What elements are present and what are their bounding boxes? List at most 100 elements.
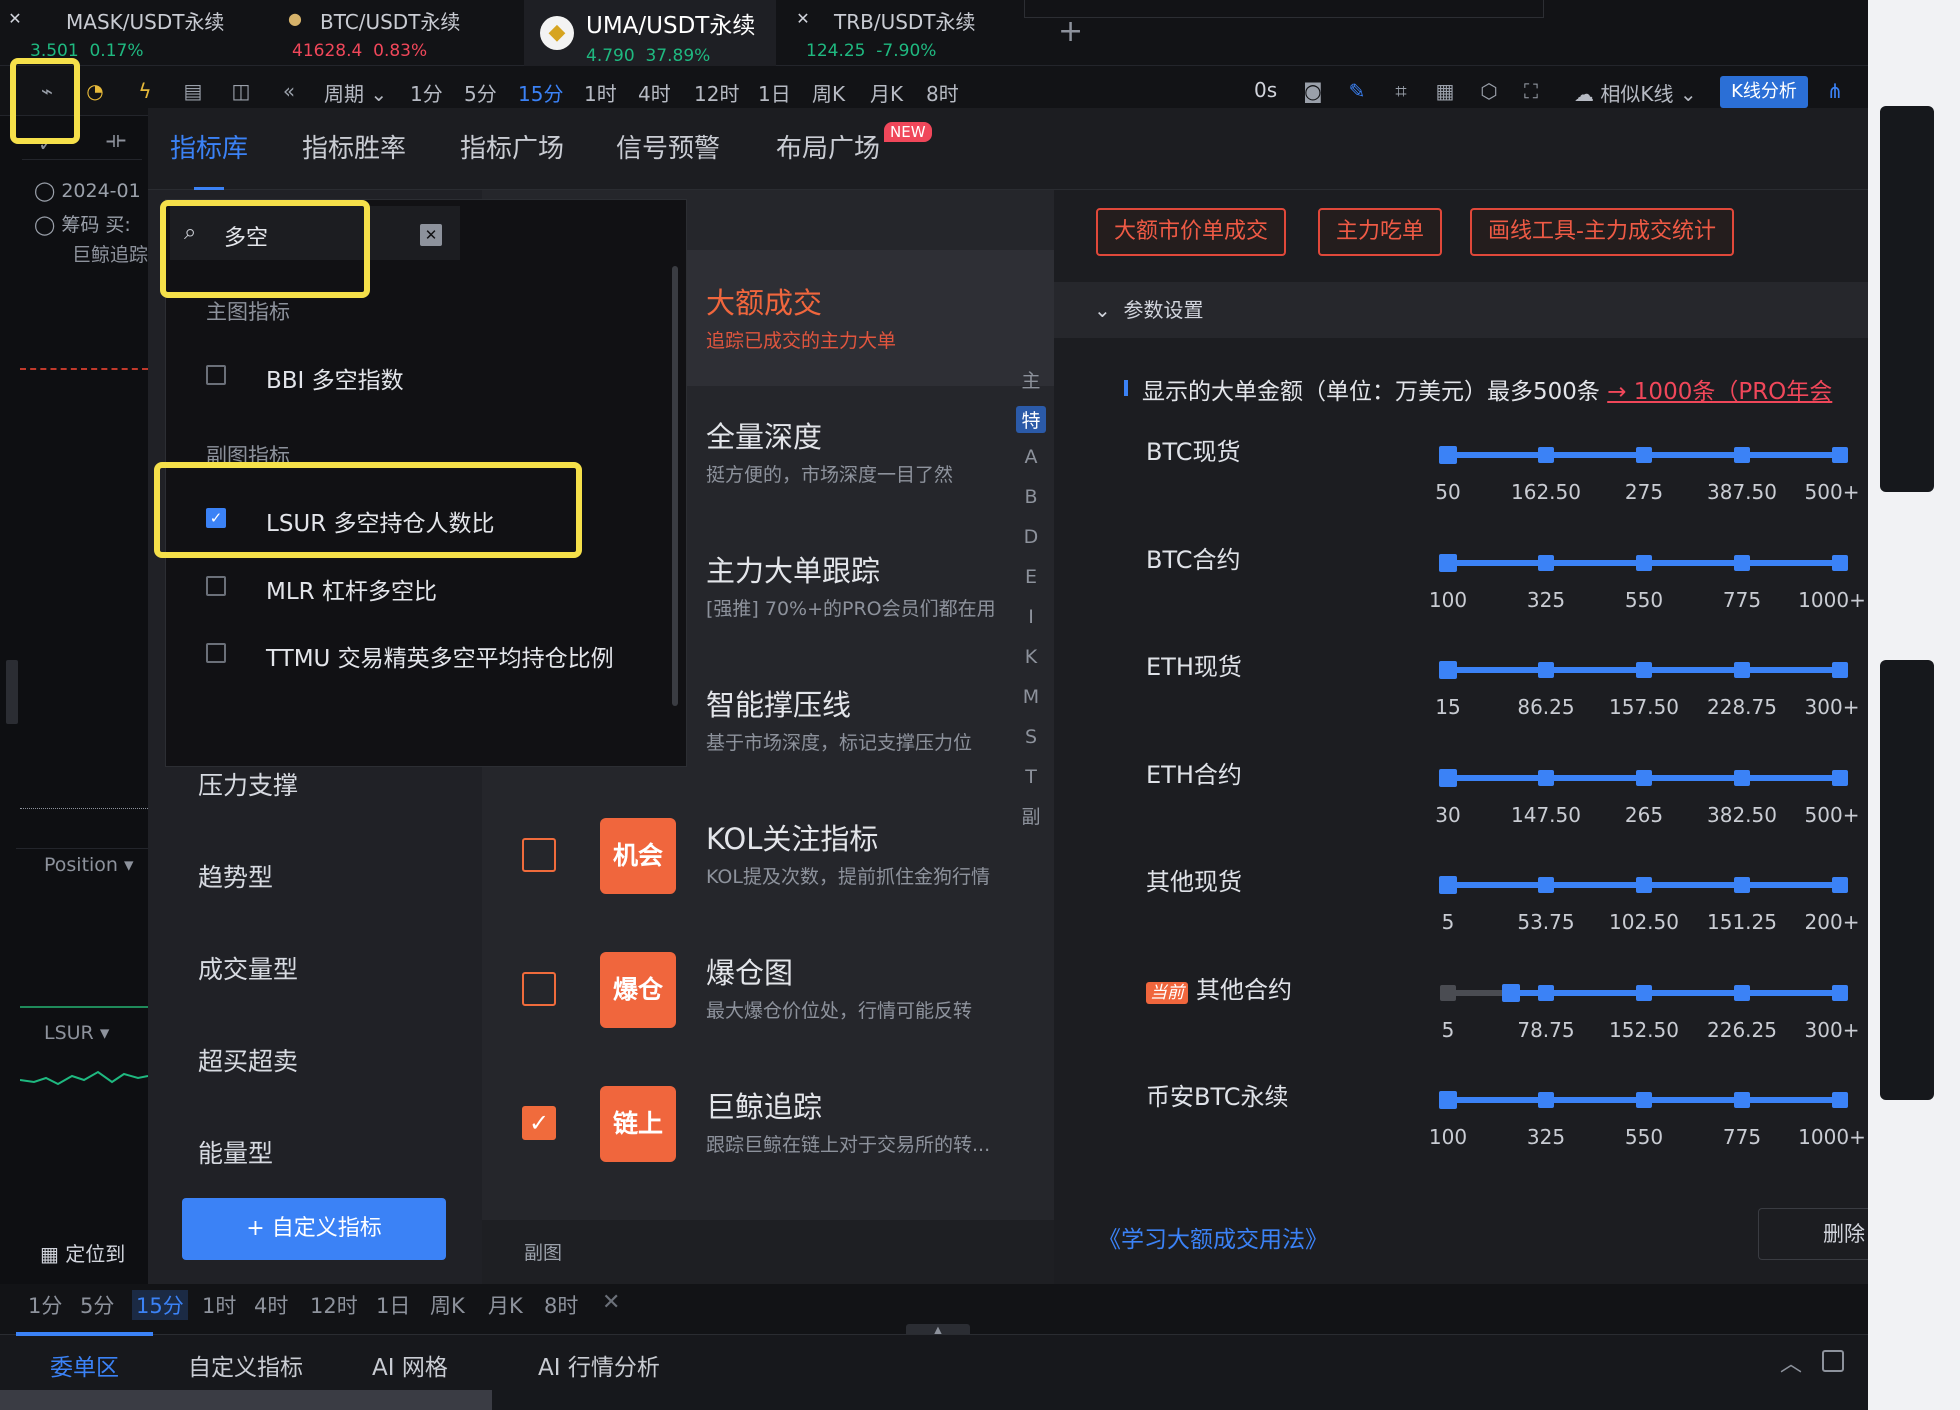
tf-8h[interactable]: 8时	[926, 78, 959, 107]
alpha-index-item[interactable]: I	[1016, 606, 1046, 628]
item-title[interactable]: 全量深度	[706, 414, 822, 456]
tab-orders[interactable]: 委单区	[16, 1332, 153, 1382]
action-button[interactable]: 画线工具-主力成交统计	[1470, 208, 1734, 256]
layout-icon[interactable]: ◫	[228, 78, 254, 104]
clear-search-icon[interactable]: ✕	[420, 224, 442, 246]
gauge-icon[interactable]: ◔	[82, 78, 108, 104]
alpha-index-item[interactable]: B	[1016, 486, 1046, 508]
bottom-tf-item[interactable]: 8时	[544, 1290, 578, 1320]
popup-scrollbar[interactable]	[672, 266, 678, 706]
maximize-icon[interactable]	[1822, 1350, 1844, 1372]
tf-month[interactable]: 月K	[870, 78, 903, 107]
collapse-handle[interactable]	[6, 660, 18, 724]
slider-track[interactable]	[1440, 984, 1848, 1002]
item-title[interactable]: 巨鲸追踪	[706, 1084, 822, 1126]
slider-handle[interactable]	[1439, 554, 1457, 572]
alpha-index-item[interactable]: A	[1016, 446, 1046, 468]
ticker-tab-mask[interactable]: ✕ MASK/USDT永续 3.501 0.17%	[0, 0, 260, 66]
tab-indicator-square[interactable]: 指标广场	[460, 128, 564, 165]
item-checkbox[interactable]	[522, 972, 556, 1006]
slider-track[interactable]	[1439, 769, 1848, 787]
alpha-index-item[interactable]: T	[1016, 766, 1046, 788]
tab-custom-indicator[interactable]: 自定义指标	[188, 1348, 303, 1382]
lsur-dropdown[interactable]: LSUR ▾	[44, 1022, 109, 1044]
grid-icon[interactable]: ▦	[1432, 78, 1458, 104]
similar-kline-button[interactable]: ☁ 相似K线 ⌄	[1574, 78, 1697, 107]
alpha-index-item[interactable]: M	[1016, 686, 1046, 708]
slider-track[interactable]	[1439, 446, 1848, 464]
result-checkbox[interactable]	[206, 643, 226, 663]
slider-track[interactable]	[1439, 661, 1848, 679]
alpha-index-item[interactable]: E	[1016, 566, 1046, 588]
tf-12h[interactable]: 12时	[694, 78, 739, 107]
kline-analysis-button[interactable]: K线分析	[1720, 76, 1808, 108]
learn-link[interactable]: 《学习大额成交用法》	[1098, 1220, 1328, 1254]
bottom-tf-item[interactable]: 1分	[28, 1290, 62, 1320]
tf-4h[interactable]: 4时	[638, 78, 671, 107]
alpha-index-item[interactable]: S	[1016, 726, 1046, 748]
eye-icon[interactable]: ◯	[34, 180, 55, 202]
calendar-icon[interactable]: ▤	[180, 78, 206, 104]
result-ttmu[interactable]: TTMU 交易精英多空平均持仓比例	[266, 639, 614, 673]
item-checkbox[interactable]	[522, 838, 556, 872]
tab-win-rate[interactable]: 指标胜率	[302, 128, 406, 165]
ticker-tab-trb[interactable]: ✕ TRB/USDT永续 124.25 -7.90%	[776, 0, 1016, 66]
action-button[interactable]: 大额市价单成交	[1096, 208, 1287, 256]
item-title[interactable]: KOL关注指标	[706, 816, 878, 858]
item-title[interactable]: 爆仓图	[706, 950, 793, 992]
fullscreen-icon[interactable]: ⛶	[1518, 78, 1544, 104]
tab-ai-analysis[interactable]: AI 行情分析	[538, 1348, 660, 1382]
result-checkbox[interactable]	[206, 576, 226, 596]
period-dropdown[interactable]: 周期 ⌄	[324, 78, 387, 107]
pencil-icon[interactable]: ✎	[1344, 78, 1370, 104]
bottom-tf-item[interactable]: 12时	[310, 1290, 358, 1320]
category-volume[interactable]: 成交量型	[198, 950, 298, 986]
slider-handle[interactable]	[1439, 876, 1457, 894]
pro-link[interactable]: → 1000条（PRO年会	[1607, 379, 1832, 405]
bottom-tf-item[interactable]: 1时	[202, 1290, 236, 1320]
lightning-icon[interactable]: ϟ	[132, 78, 158, 104]
category-pressure-support[interactable]: 压力支撑	[198, 766, 298, 802]
action-button[interactable]: 主力吃单	[1318, 208, 1443, 256]
bottom-tf-item[interactable]: 1日	[376, 1290, 410, 1320]
slider-track[interactable]	[1439, 876, 1848, 894]
result-bbi[interactable]: BBI 多空指数	[266, 361, 404, 395]
tab-indicator-library[interactable]: 指标库	[170, 128, 248, 191]
slider-track[interactable]	[1439, 1091, 1848, 1109]
alpha-index-item[interactable]: 副	[1016, 802, 1046, 829]
add-tab-icon[interactable]: +	[1058, 14, 1083, 49]
tf-15m[interactable]: 15分	[518, 78, 563, 107]
result-mlr[interactable]: MLR 杠杆多空比	[266, 572, 437, 606]
category-energy[interactable]: 能量型	[198, 1134, 273, 1170]
tf-1d[interactable]: 1日	[758, 78, 791, 107]
bottom-tf-item[interactable]: 15分	[132, 1290, 188, 1320]
delete-button[interactable]: 删除	[1758, 1208, 1868, 1260]
bottom-tf-item[interactable]: 周K	[430, 1290, 465, 1320]
position-dropdown[interactable]: Position ▾	[44, 854, 134, 876]
custom-indicator-button[interactable]: + 自定义指标	[182, 1198, 446, 1260]
camera-icon[interactable]: ◙	[1300, 78, 1326, 104]
slider-handle[interactable]	[1439, 661, 1457, 679]
alpha-index-item[interactable]: 特	[1016, 406, 1046, 433]
result-checkbox[interactable]	[206, 365, 226, 385]
tf-5m[interactable]: 5分	[464, 78, 497, 107]
bottom-tf-item[interactable]: 5分	[80, 1290, 114, 1320]
slider-track[interactable]	[1439, 554, 1848, 572]
alpha-index-item[interactable]: K	[1016, 646, 1046, 668]
bottom-tf-item[interactable]: 4时	[254, 1290, 288, 1320]
slider-handle[interactable]	[1439, 769, 1457, 787]
ticker-tab-uma[interactable]: ◆ UMA/USDT永续 4.790 37.89%	[524, 0, 776, 66]
tab-ai-grid[interactable]: AI 网格	[372, 1348, 448, 1382]
tab-signal-alert[interactable]: 信号预警	[616, 128, 720, 165]
slider-handle[interactable]	[1439, 446, 1457, 464]
tf-1h[interactable]: 1时	[584, 78, 617, 107]
tf-1m[interactable]: 1分	[410, 78, 443, 107]
slider-handle[interactable]	[1439, 1091, 1457, 1109]
close-icon[interactable]: ✕	[602, 1290, 620, 1315]
ticker-tab-btc[interactable]: ● BTC/USDT永续 41628.4 0.83%	[262, 0, 522, 66]
side-preview-card[interactable]	[1880, 106, 1934, 492]
horizontal-line-icon[interactable]: ⟛	[106, 128, 126, 153]
alpha-index-item[interactable]: D	[1016, 526, 1046, 548]
locate-button[interactable]: ▦ 定位到	[40, 1238, 125, 1267]
item-title[interactable]: 智能撑压线	[706, 682, 851, 724]
